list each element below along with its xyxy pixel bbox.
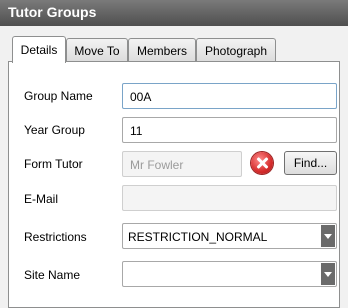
restrictions-label: Restrictions — [24, 230, 87, 244]
restrictions-select[interactable]: RESTRICTION_NORMAL — [122, 223, 337, 249]
form-tutor-input: Mr Fowler — [122, 151, 242, 177]
tab-photograph-label: Photograph — [204, 43, 268, 58]
window-title: Tutor Groups — [8, 4, 97, 20]
chevron-down-icon[interactable] — [321, 225, 335, 247]
form-tutor-label: Form Tutor — [24, 157, 83, 171]
tab-details-label: Details — [20, 43, 58, 57]
year-group-label: Year Group — [24, 123, 85, 137]
tab-members-label: Members — [136, 43, 187, 58]
year-group-input[interactable]: 11 — [122, 117, 337, 143]
tab-move-to[interactable]: Move To — [66, 38, 128, 62]
email-input — [122, 185, 337, 211]
group-name-label: Group Name — [24, 89, 93, 103]
tab-photograph[interactable]: Photograph — [196, 38, 276, 62]
group-name-input[interactable]: 00A — [122, 83, 337, 109]
clear-x-icon[interactable] — [251, 152, 273, 174]
chevron-down-icon[interactable] — [321, 263, 335, 285]
tab-members[interactable]: Members — [128, 38, 196, 62]
find-button[interactable]: Find... — [284, 151, 337, 175]
email-label: E-Mail — [24, 192, 59, 206]
site-name-select[interactable] — [122, 261, 337, 287]
site-name-label: Site Name — [24, 268, 81, 282]
restrictions-selected-value: RESTRICTION_NORMAL — [128, 230, 268, 244]
window-titlebar: Tutor Groups — [0, 0, 348, 26]
find-button-label: Find... — [293, 156, 328, 170]
tab-move-to-label: Move To — [74, 43, 120, 58]
tab-details[interactable]: Details — [12, 36, 66, 63]
